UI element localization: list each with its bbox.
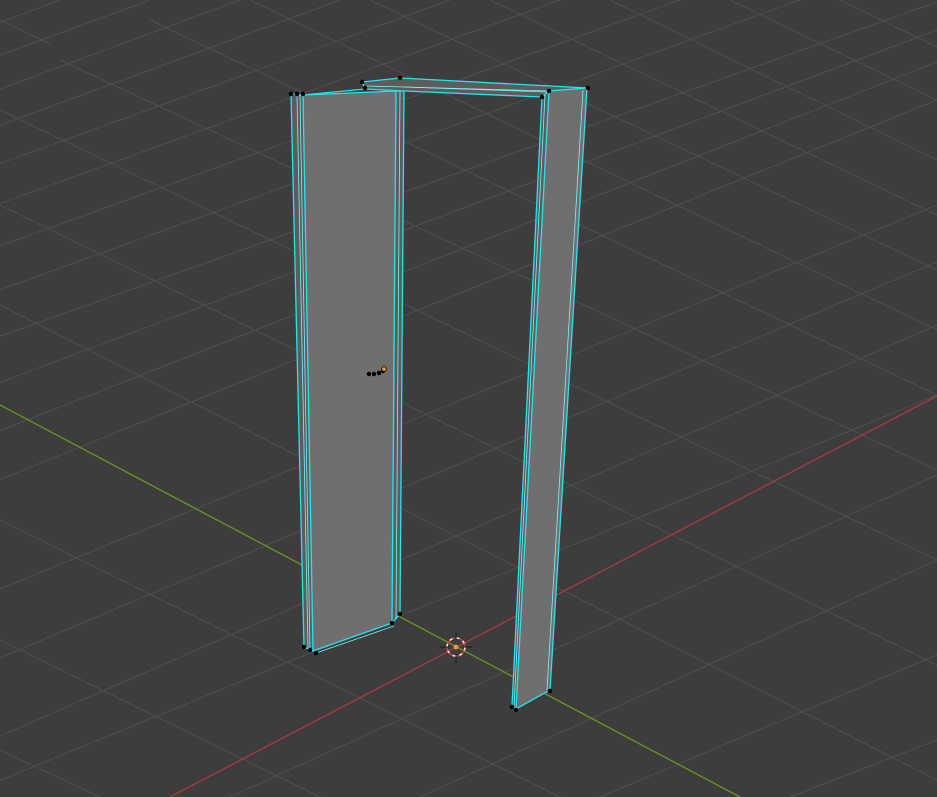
vertex[interactable] [313, 650, 319, 656]
vertex[interactable] [513, 707, 519, 713]
vertex[interactable] [300, 91, 306, 97]
vertex[interactable] [397, 75, 403, 81]
vertex[interactable] [509, 704, 515, 710]
object-origin-icon[interactable] [381, 366, 387, 372]
vertex[interactable] [294, 91, 300, 97]
vertex[interactable] [301, 644, 307, 650]
vertex[interactable] [362, 85, 368, 91]
vertex[interactable] [359, 79, 365, 85]
vertex[interactable] [376, 370, 382, 376]
vertex[interactable] [307, 647, 313, 653]
vertex[interactable] [585, 85, 591, 91]
vertex[interactable] [371, 371, 377, 377]
viewport-canvas[interactable] [0, 0, 937, 797]
vertex[interactable] [366, 371, 372, 377]
vertex[interactable] [288, 91, 294, 97]
3d-viewport[interactable] [0, 0, 937, 797]
vertex[interactable] [397, 611, 403, 617]
vertex[interactable] [389, 620, 395, 626]
vertex[interactable] [539, 94, 545, 100]
vertex[interactable] [546, 88, 552, 94]
vertex[interactable] [547, 688, 553, 694]
